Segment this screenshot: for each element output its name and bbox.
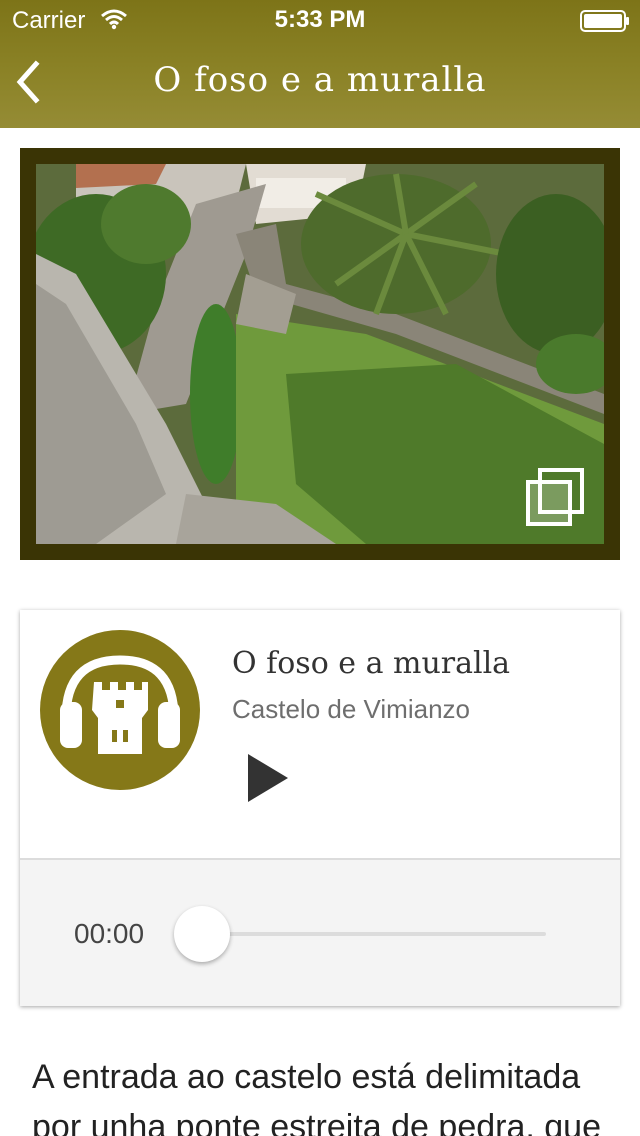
page-title: O foso e a muralla [153,60,487,100]
seek-slider-thumb[interactable] [174,906,230,962]
seek-slider-track[interactable] [186,932,546,936]
castle-headphones-icon [40,630,200,790]
play-icon [248,754,288,802]
photo-gallery[interactable] [20,148,620,560]
status-time: 5:33 PM [274,6,366,33]
battery-icon [580,10,629,32]
audio-title: O foso e a muralla [232,646,511,681]
nav-bar: O foso e a muralla [0,40,640,128]
audio-subtitle: Castelo de Vimianzo [232,694,470,724]
castle-photo [36,164,604,544]
current-time: 00:00 [74,918,145,949]
audio-player-card: O foso e a muralla Castelo de Vimianzo 0… [20,610,620,1006]
chevron-left-icon [16,60,40,104]
status-bar: Carrier 5:33 PM [0,0,640,40]
back-button[interactable] [10,54,54,110]
audio-info: O foso e a muralla Castelo de Vimianzo [20,610,620,858]
play-button[interactable] [240,748,296,808]
header: Carrier 5:33 PM O foso e a muralla [0,0,640,128]
description-text: A entrada ao castelo está delimitada por… [32,1058,601,1136]
gallery-stack-icon[interactable] [524,466,588,530]
audio-controls: 00:00 [20,858,620,1006]
